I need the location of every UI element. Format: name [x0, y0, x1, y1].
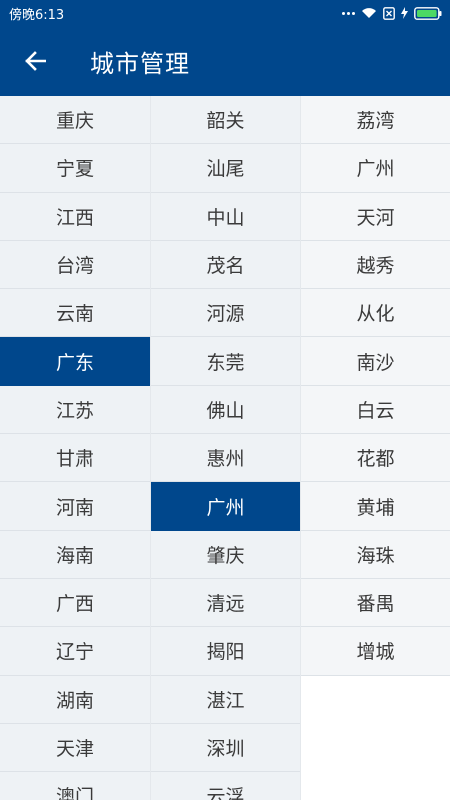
province-list: 重庆 宁夏 江西 台湾 云南 广东 江苏 甘肃 河南 海南 广西 辽宁 湖南 天津 澳门 [0, 96, 150, 800]
province-item[interactable]: 云南 [0, 289, 150, 338]
charging-bolt-icon [401, 7, 408, 19]
province-item[interactable]: 澳门 [0, 772, 150, 800]
province-item[interactable]: 辽宁 [0, 627, 150, 676]
province-item[interactable]: 天津 [0, 723, 150, 773]
city-item[interactable]: 肇庆 [151, 530, 300, 579]
province-item[interactable]: 湖南 [0, 675, 150, 724]
district-list: 荔湾 广州 天河 越秀 从化 南沙 白云 花都 黄埔 海珠 番禺 增城 [300, 96, 450, 800]
city-item[interactable]: 湛江 [151, 675, 300, 724]
no-sim-icon [383, 6, 395, 20]
status-time: 傍晚6:13 [9, 7, 65, 23]
district-item[interactable]: 广州 [301, 144, 450, 193]
district-item[interactable]: 南沙 [301, 337, 450, 386]
city-management-screen: 傍晚6:13 城市管理 重庆 宁夏 江西 台湾 云南 广东 江苏 甘肃 河南 海… [0, 0, 450, 800]
city-item[interactable]: 广州 [151, 482, 300, 531]
province-item[interactable]: 甘肃 [0, 434, 150, 483]
status-icons [342, 6, 442, 20]
city-item[interactable]: 揭阳 [151, 627, 300, 676]
district-item[interactable]: 天河 [301, 192, 450, 241]
city-item[interactable]: 茂名 [151, 240, 300, 290]
battery-icon [414, 6, 442, 20]
city-item[interactable]: 东莞 [151, 337, 300, 386]
back-button[interactable] [0, 26, 70, 96]
city-item[interactable]: 清远 [151, 578, 300, 628]
city-item[interactable]: 佛山 [151, 385, 300, 435]
province-item[interactable]: 广西 [0, 578, 150, 628]
district-item[interactable]: 越秀 [301, 240, 450, 290]
district-item[interactable]: 增城 [301, 627, 450, 676]
province-item[interactable]: 宁夏 [0, 144, 150, 193]
city-item[interactable]: 云浮 [151, 772, 300, 800]
district-item[interactable]: 花都 [301, 434, 450, 483]
district-item[interactable]: 番禺 [301, 578, 450, 628]
city-picker: 重庆 宁夏 江西 台湾 云南 广东 江苏 甘肃 河南 海南 广西 辽宁 湖南 天津 澳门 韶关 汕尾 中山 茂名河… [0, 96, 450, 800]
arrow-left-icon [25, 51, 46, 71]
app-bar: 城市管理 [0, 26, 450, 96]
city-item[interactable]: 中山 [151, 192, 300, 241]
province-item[interactable]: 河南 [0, 482, 150, 531]
city-item[interactable]: 河源 [151, 289, 300, 338]
district-item[interactable]: 荔湾 [301, 96, 450, 145]
city-item[interactable]: 韶关 [151, 96, 300, 145]
city-item[interactable]: 汕尾 [151, 144, 300, 193]
district-item[interactable]: 白云 [301, 385, 450, 435]
province-item[interactable]: 重庆 [0, 96, 150, 145]
province-item[interactable]: 广东 [0, 337, 150, 386]
district-item[interactable]: 黄埔 [301, 482, 450, 531]
province-item[interactable]: 海南 [0, 530, 150, 579]
province-item[interactable]: 江苏 [0, 385, 150, 435]
status-bar: 傍晚6:13 [0, 0, 450, 26]
city-list: 韶关 汕尾 中山 茂名 河源 东莞 佛山 惠州 广州 肇庆 清远 揭阳 湛江 深圳 云浮 [150, 96, 300, 800]
city-item[interactable]: 惠州 [151, 434, 300, 483]
province-item[interactable]: 台湾 [0, 240, 150, 290]
wifi-icon [362, 8, 376, 18]
district-item[interactable]: 海珠 [301, 530, 450, 579]
page-title: 城市管理 [90, 49, 190, 78]
district-item[interactable]: 从化 [301, 289, 450, 338]
more-dots-icon [342, 11, 355, 15]
province-item[interactable]: 江西 [0, 192, 150, 241]
city-item[interactable]: 深圳 [151, 723, 300, 773]
